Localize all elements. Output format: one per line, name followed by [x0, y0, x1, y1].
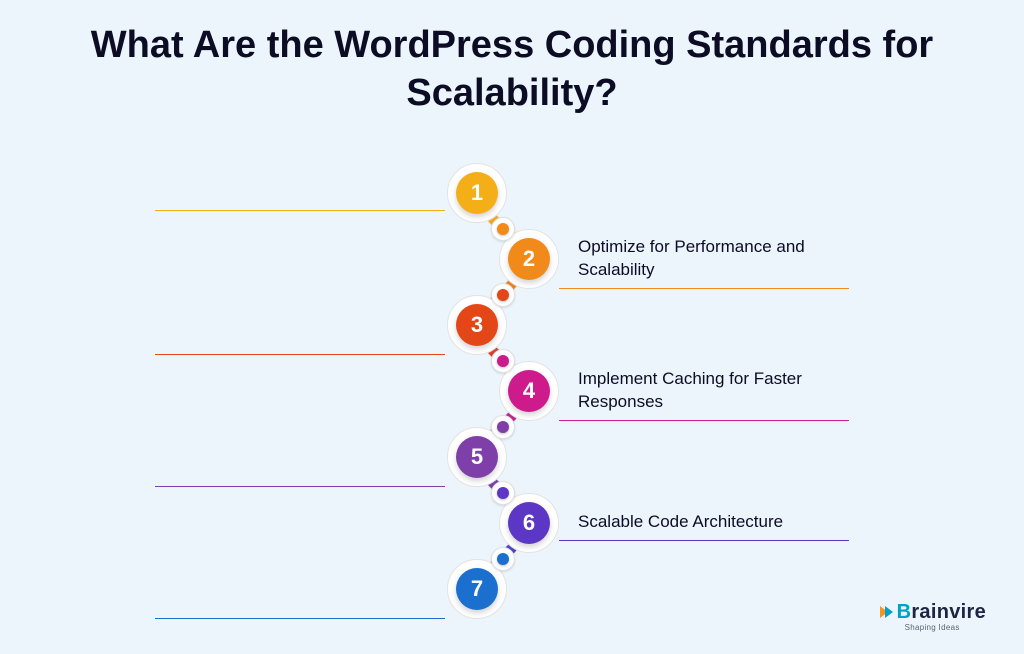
- brand-logo: Brainvire Shaping Ideas: [880, 602, 986, 632]
- brand-logo-icon: [880, 606, 893, 618]
- step-2-number: 2: [508, 238, 550, 280]
- connector-dot-4-5: [491, 415, 515, 439]
- step-3-number: 3: [456, 304, 498, 346]
- step-6-number: 6: [508, 502, 550, 544]
- step-5-underline: [155, 486, 445, 487]
- step-2-label: Optimize for Performance and Scalability: [578, 236, 838, 282]
- step-7-number: 7: [456, 568, 498, 610]
- connector-dot-3-4: [491, 349, 515, 373]
- diagram-title: What Are the WordPress Coding Standards …: [0, 22, 1024, 117]
- diagram-canvas: What Are the WordPress Coding Standards …: [0, 0, 1024, 654]
- step-1-number: 1: [456, 172, 498, 214]
- brand-tagline: Shaping Ideas: [905, 624, 986, 632]
- step-1-underline: [155, 210, 445, 211]
- step-2-underline: [559, 288, 849, 289]
- step-3-underline: [155, 354, 445, 355]
- step-6-underline: [559, 540, 849, 541]
- step-4-label: Implement Caching for Faster Responses: [578, 368, 848, 414]
- step-6-label: Scalable Code Architecture: [578, 511, 848, 534]
- step-4-number: 4: [508, 370, 550, 412]
- connector-dot-2-3: [491, 283, 515, 307]
- step-5-number: 5: [456, 436, 498, 478]
- connector-dot-5-6: [491, 481, 515, 505]
- step-4-underline: [559, 420, 849, 421]
- brand-logo-text: Brainvire: [897, 602, 986, 622]
- step-7-underline: [155, 618, 445, 619]
- step-1-bubble: 1: [447, 163, 507, 223]
- connector-dot-1-2: [491, 217, 515, 241]
- connector-dot-6-7: [491, 547, 515, 571]
